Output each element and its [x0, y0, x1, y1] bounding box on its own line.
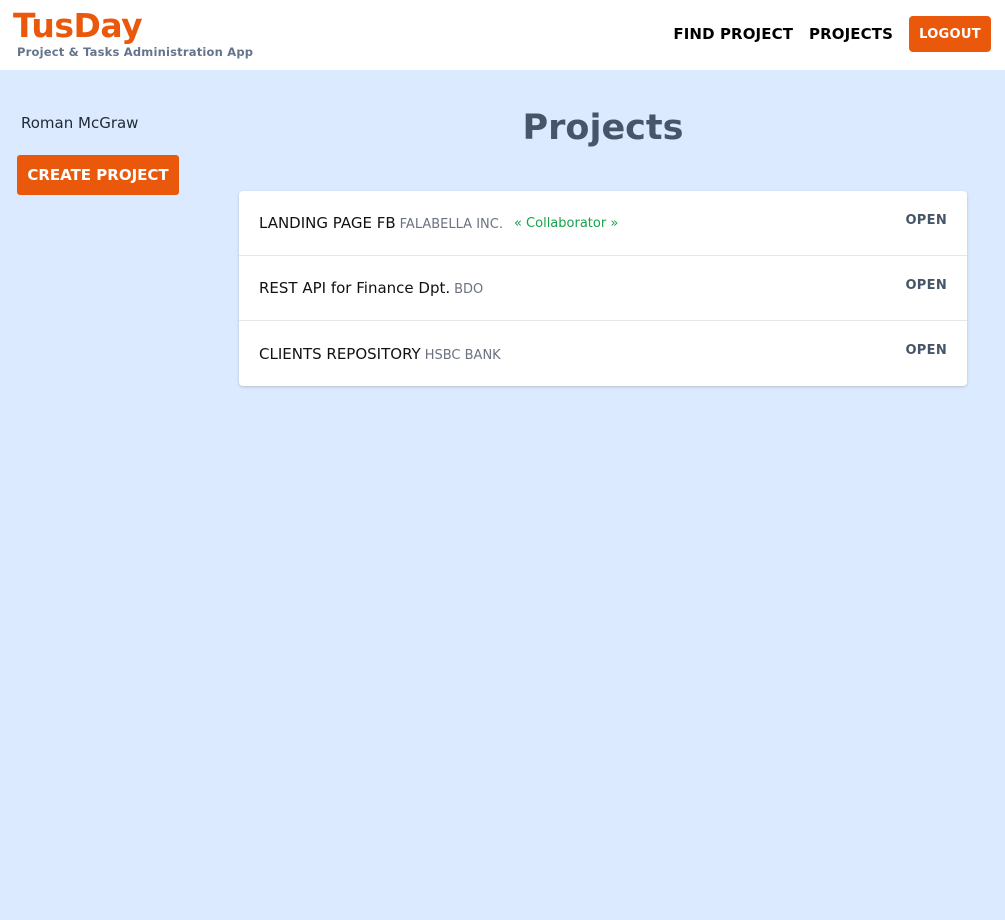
open-project-button[interactable]: OPEN: [905, 213, 947, 228]
user-name: Roman McGraw: [21, 114, 139, 132]
nav-find-project-link[interactable]: FIND PROJECT: [673, 25, 793, 43]
brand-logo[interactable]: TusDay: [13, 7, 253, 45]
project-row: REST API for Finance Dpt. BDO OPEN: [239, 256, 967, 321]
project-client: FALABELLA INC.: [399, 217, 503, 232]
project-name: REST API for Finance Dpt.: [259, 279, 451, 297]
logout-button[interactable]: LOGOUT: [909, 16, 991, 52]
create-project-button[interactable]: CREATE PROJECT: [17, 155, 179, 195]
top-nav: FIND PROJECT PROJECTS LOGOUT: [673, 16, 991, 52]
project-client: BDO: [454, 282, 484, 297]
project-row: LANDING PAGE FB FALABELLA INC. « Collabo…: [239, 191, 967, 256]
project-list: LANDING PAGE FB FALABELLA INC. « Collabo…: [239, 191, 967, 386]
project-name: CLIENTS REPOSITORY: [259, 344, 421, 363]
open-project-button[interactable]: OPEN: [905, 343, 947, 358]
brand[interactable]: TusDay Project & Tasks Administration Ap…: [13, 7, 254, 60]
collaborator-badge: « Collaborator »: [513, 215, 619, 231]
brand-subtitle: Project & Tasks Administration App: [17, 45, 254, 59]
project-client: HSBC BANK: [424, 347, 501, 363]
nav-projects-link[interactable]: PROJECTS: [809, 25, 893, 43]
top-header: TusDay Project & Tasks Administration Ap…: [0, 0, 1005, 70]
project-row: CLIENTS REPOSITORY HSBC BANK OPEN: [239, 321, 967, 386]
project-name: LANDING PAGE FB: [259, 214, 396, 232]
page-title: Projects: [522, 108, 684, 148]
open-project-button[interactable]: OPEN: [905, 278, 947, 293]
